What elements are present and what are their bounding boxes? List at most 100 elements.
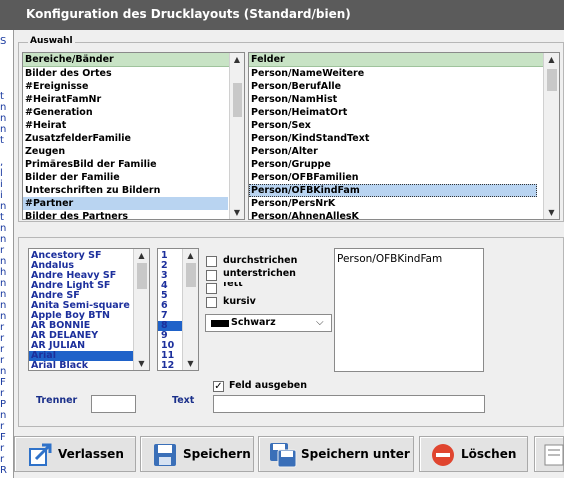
bereiche-list-item[interactable]: #Heirat	[23, 119, 228, 132]
color-dropdown[interactable]: Schwarz ⌵	[205, 314, 332, 332]
felder-list-item[interactable]: Person/KindStandText	[249, 132, 537, 145]
background-text-fragment: P	[0, 399, 7, 410]
scroll-down-arrow-icon[interactable]: ▼	[183, 357, 198, 370]
font-list-scrollbar[interactable]: ▲ ▼	[133, 249, 149, 370]
scroll-up-arrow-icon[interactable]: ▲	[134, 249, 149, 262]
kursiv-checkbox[interactable]	[206, 297, 217, 308]
size-list-item[interactable]: 6	[158, 301, 182, 311]
background-text-fragment: n	[0, 223, 7, 234]
text-input[interactable]	[213, 395, 485, 413]
bereiche-list-item[interactable]: PrimäresBild der Familie	[23, 158, 228, 171]
size-list-item[interactable]: 8	[158, 321, 182, 331]
font-list-item[interactable]: AR BONNIE	[29, 321, 133, 331]
bereiche-list[interactable]: Bereiche/Bänder Bilder des Ortes #Ereigni…	[22, 52, 245, 220]
font-list-item[interactable]: Andre SF	[29, 291, 133, 301]
trenner-label: Trenner	[36, 395, 78, 406]
background-text-fragment: n	[0, 278, 7, 289]
speichern-button[interactable]: Speichern	[140, 436, 254, 472]
scroll-down-arrow-icon[interactable]: ▼	[230, 206, 244, 219]
background-text-fragment: r	[0, 388, 5, 399]
auswahl-label: Auswahl	[28, 36, 75, 46]
fett-label: fett	[223, 282, 243, 289]
speichern-unter-button[interactable]: Speichern unter	[258, 436, 414, 472]
font-list-item[interactable]: Arial Black	[29, 361, 133, 370]
felder-list-item[interactable]: Person/OFBKindFam	[249, 184, 537, 197]
felder-list-item[interactable]: Person/OFBFamilien	[249, 171, 537, 184]
font-list-item[interactable]: Anita Semi-square	[29, 301, 133, 311]
more-button[interactable]	[534, 436, 564, 472]
font-list-item[interactable]: AR DELANEY	[29, 331, 133, 341]
font-list-item[interactable]: Andre Heavy SF	[29, 271, 133, 281]
scroll-thumb[interactable]	[233, 83, 242, 117]
scroll-down-arrow-icon[interactable]: ▼	[134, 357, 149, 370]
scroll-down-arrow-icon[interactable]: ▼	[544, 206, 559, 219]
verlassen-button[interactable]: Verlassen	[14, 436, 136, 472]
bereiche-list-item[interactable]: Bilder des Partners	[23, 210, 228, 219]
felder-list-item[interactable]: Person/Alter	[249, 145, 537, 158]
bereiche-scrollbar[interactable]: ▲ ▼	[229, 53, 244, 219]
size-list-item[interactable]: 2	[158, 261, 182, 271]
size-list-item[interactable]: 11	[158, 351, 182, 361]
felder-list-item[interactable]: Person/NameWeitere	[249, 67, 537, 80]
size-list-item[interactable]: 1	[158, 251, 182, 261]
background-text-fragment: R	[0, 465, 7, 476]
felder-list-item[interactable]: Person/Gruppe	[249, 158, 537, 171]
size-list-item[interactable]: 5	[158, 291, 182, 301]
bereiche-list-item[interactable]: ZusatzfelderFamilie	[23, 132, 228, 145]
font-list-item[interactable]: Andre Light SF	[29, 281, 133, 291]
size-list-item[interactable]: 4	[158, 281, 182, 291]
background-text-fragment: t	[0, 135, 4, 146]
unterstrichen-label: unterstrichen	[223, 268, 296, 279]
unterstrichen-checkbox[interactable]	[206, 270, 217, 281]
scroll-up-arrow-icon[interactable]: ▲	[544, 53, 559, 66]
font-list-item[interactable]: Andalus	[29, 261, 133, 271]
bereiche-list-item[interactable]: #Ereignisse	[23, 80, 228, 93]
background-text-fragment: l	[0, 168, 3, 179]
size-list-item[interactable]: 12	[158, 361, 182, 370]
size-list-item[interactable]: 9	[158, 331, 182, 341]
font-list-item[interactable]: AR JULIAN	[29, 341, 133, 351]
bereiche-list-item[interactable]: #Partner	[23, 197, 228, 210]
background-text-fragment: r	[0, 443, 5, 454]
scroll-thumb[interactable]	[186, 263, 196, 287]
size-list-item[interactable]: 10	[158, 341, 182, 351]
trenner-input[interactable]	[91, 395, 136, 413]
bereiche-header: Bereiche/Bänder	[23, 53, 244, 67]
font-list-item[interactable]: Apple Boy BTN	[29, 311, 133, 321]
scroll-thumb[interactable]	[547, 69, 557, 91]
felder-list-item[interactable]: Person/HeimatOrt	[249, 106, 537, 119]
felder-list-item[interactable]: Person/BerufAlle	[249, 80, 537, 93]
bereiche-list-item[interactable]: Bilder des Ortes	[23, 67, 228, 80]
preview-text: Person/OFBKindFam	[337, 253, 443, 265]
felder-list-item[interactable]: Person/PersNrK	[249, 197, 537, 210]
color-dropdown-value: Schwarz	[231, 317, 276, 328]
background-text-fragment: n	[0, 113, 7, 124]
felder-list-item[interactable]: Person/Sex	[249, 119, 537, 132]
feld-ausgeben-checkbox[interactable]: ✓	[213, 381, 224, 392]
felder-list-item[interactable]: Person/AhnenAllesK	[249, 210, 537, 219]
felder-list-item[interactable]: Person/NamHist	[249, 93, 537, 106]
feld-ausgeben-label: Feld ausgeben	[229, 380, 307, 391]
scroll-up-arrow-icon[interactable]: ▲	[183, 249, 198, 262]
bereiche-list-item[interactable]: Unterschriften zu Bildern	[23, 184, 228, 197]
loeschen-button[interactable]: Löschen	[419, 436, 528, 472]
size-list[interactable]: 1 2 3 4 5 6 7 8 9 10 11 12 ▲ ▼	[157, 248, 199, 371]
bereiche-list-item[interactable]: #Generation	[23, 106, 228, 119]
bereiche-list-item[interactable]: Bilder der Familie	[23, 171, 228, 184]
durchstrichen-checkbox[interactable]	[206, 256, 217, 267]
fett-checkbox[interactable]	[206, 283, 217, 294]
font-list-item[interactable]: Arial	[29, 351, 133, 361]
font-list-item[interactable]: Ancestory SF	[29, 251, 133, 261]
size-list-item[interactable]: 3	[158, 271, 182, 281]
scroll-thumb[interactable]	[137, 263, 147, 289]
background-text-fragment: F	[0, 432, 6, 443]
text-label: Text	[172, 395, 195, 406]
size-list-item[interactable]: 7	[158, 311, 182, 321]
scroll-up-arrow-icon[interactable]: ▲	[230, 53, 244, 66]
size-list-scrollbar[interactable]: ▲ ▼	[182, 249, 198, 370]
bereiche-list-item[interactable]: Zeugen	[23, 145, 228, 158]
bereiche-list-item[interactable]: #HeiratFamNr	[23, 93, 228, 106]
felder-scrollbar[interactable]: ▲ ▼	[543, 53, 559, 219]
felder-list[interactable]: Felder Person/NameWeitere Person/BerufAll…	[248, 52, 560, 220]
font-list[interactable]: Ancestory SF Andalus Andre Heavy SF Andre L…	[28, 248, 150, 371]
